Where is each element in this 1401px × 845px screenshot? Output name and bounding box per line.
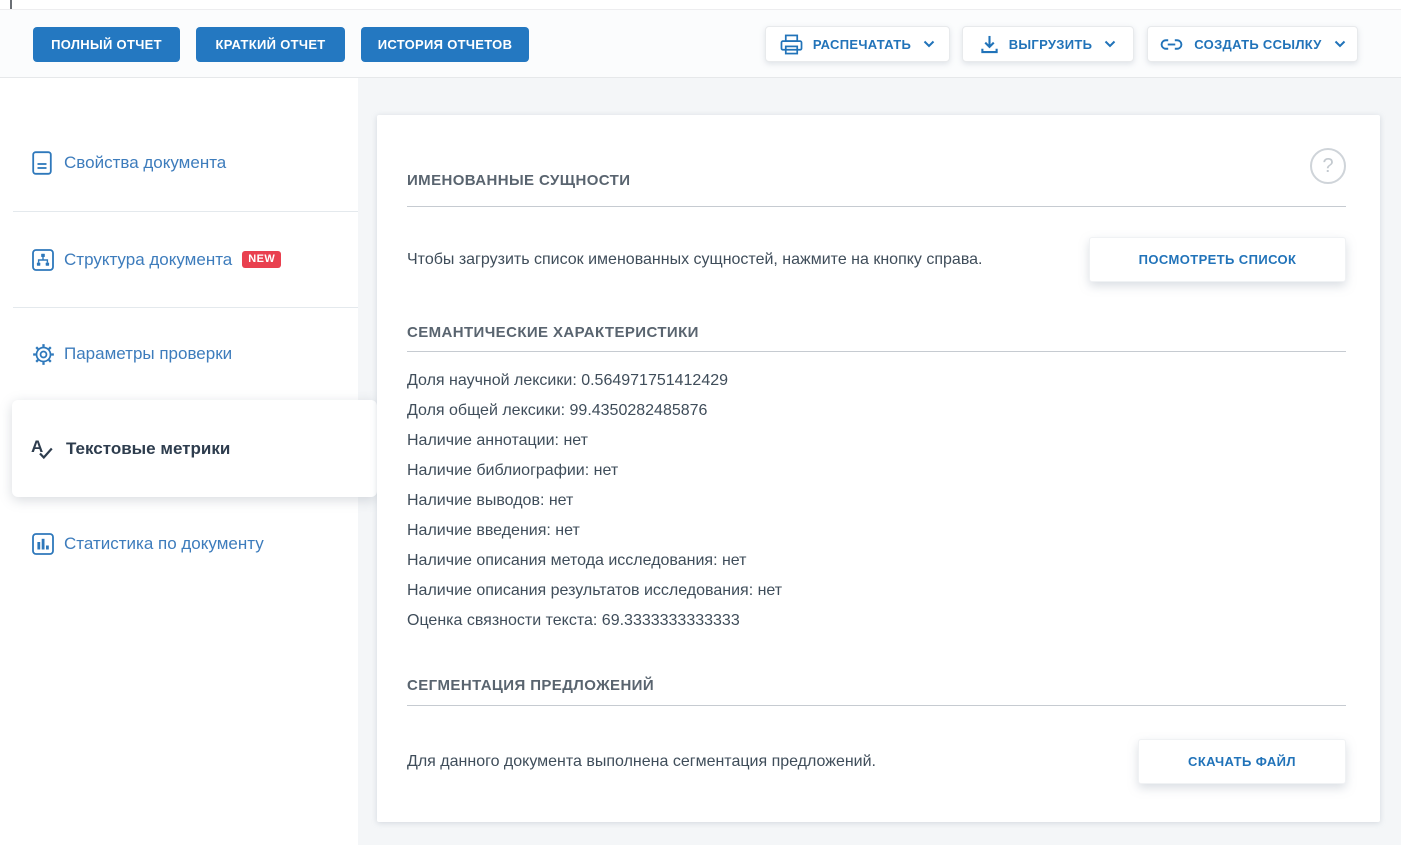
gear-icon	[32, 343, 56, 366]
new-badge: NEW	[242, 251, 281, 268]
metric-value: нет	[758, 582, 783, 599]
sidebar-item-label: Параметры проверки	[64, 344, 232, 364]
metric-label: Доля научной лексики	[407, 372, 572, 389]
named-entities-title: ИМЕНОВАННЫЕ СУЩНОСТИ	[407, 172, 630, 189]
metric-row: Наличие описания результатов исследовани…	[407, 576, 782, 606]
section-divider	[407, 206, 1346, 207]
metric-label: Наличие описания метода исследования	[407, 552, 713, 569]
metric-value: 69.3333333333333	[602, 612, 740, 629]
chevron-down-icon	[1104, 40, 1116, 48]
metric-separator: :	[546, 522, 555, 539]
export-button-label: ВЫГРУЗИТЬ	[1009, 37, 1093, 52]
printer-icon	[780, 34, 803, 55]
named-entities-row: Чтобы загрузить список именованных сущно…	[407, 237, 1346, 282]
metric-label: Наличие описания результатов исследовани…	[407, 582, 749, 599]
text-check-icon: A	[30, 436, 58, 462]
chevron-down-icon	[923, 40, 935, 48]
semantic-characteristics-title: СЕМАНТИЧЕСКИЕ ХАРАКТЕРИСТИКИ	[407, 324, 699, 341]
sidebar-item-label: Статистика по документу	[64, 534, 264, 554]
metric-value: нет	[555, 522, 580, 539]
document-icon	[32, 151, 56, 175]
metric-value: 99.4350282485876	[570, 402, 708, 419]
report-history-button[interactable]: ИСТОРИЯ ОТЧЕТОВ	[361, 27, 529, 62]
metric-separator: :	[593, 612, 602, 629]
create-link-button-label: СОЗДАТЬ ССЫЛКУ	[1194, 37, 1321, 52]
sidebar-item-check-parameters[interactable]: Параметры проверки	[0, 308, 358, 400]
semantic-metrics-list: Доля научной лексики: 0.564971751412429 …	[407, 366, 782, 636]
sidebar-item-label: Свойства документа	[64, 153, 226, 173]
sidebar: Свойства документа Структура документа N…	[0, 78, 358, 845]
chevron-down-icon	[1334, 40, 1346, 48]
sidebar-item-label: Структура документа	[64, 250, 232, 270]
screen-edge-artifact	[10, 0, 12, 9]
metric-value: нет	[594, 462, 619, 479]
metric-separator: :	[561, 402, 570, 419]
short-report-button[interactable]: КРАТКИЙ ОТЧЕТ	[196, 27, 345, 62]
print-button-label: РАСПЕЧАТАТЬ	[813, 37, 911, 52]
full-report-button[interactable]: ПОЛНЫЙ ОТЧЕТ	[33, 27, 180, 62]
help-button[interactable]: ?	[1310, 148, 1346, 184]
export-button[interactable]: ВЫГРУЗИТЬ	[962, 26, 1134, 62]
metric-row: Наличие введения: нет	[407, 516, 782, 546]
metric-separator: :	[540, 492, 549, 509]
section-divider	[407, 351, 1346, 352]
metric-label: Наличие библиографии	[407, 462, 585, 479]
metric-row: Наличие аннотации: нет	[407, 426, 782, 456]
link-icon	[1159, 36, 1184, 53]
metric-value: нет	[549, 492, 574, 509]
report-toolbar: ПОЛНЫЙ ОТЧЕТ КРАТКИЙ ОТЧЕТ ИСТОРИЯ ОТЧЕТ…	[0, 9, 1401, 78]
section-divider	[407, 705, 1346, 706]
metric-separator: :	[713, 552, 722, 569]
metric-row: Наличие выводов: нет	[407, 486, 782, 516]
metric-value: нет	[563, 432, 588, 449]
view-list-button[interactable]: ПОСМОТРЕТЬ СПИСОК	[1089, 237, 1346, 282]
segmentation-row: Для данного документа выполнена сегмента…	[407, 739, 1346, 784]
metric-label: Наличие выводов	[407, 492, 540, 509]
metric-separator: :	[749, 582, 758, 599]
metric-value: 0.564971751412429	[581, 372, 728, 389]
segmentation-description: Для данного документа выполнена сегмента…	[407, 753, 876, 771]
metric-value: нет	[722, 552, 747, 569]
metric-row: Наличие библиографии: нет	[407, 456, 782, 486]
question-mark-icon: ?	[1322, 155, 1333, 178]
sidebar-item-document-properties[interactable]: Свойства документа	[0, 115, 358, 211]
metric-row: Доля общей лексики: 99.4350282485876	[407, 396, 782, 426]
sidebar-item-label: Текстовые метрики	[66, 439, 230, 459]
metric-label: Наличие аннотации	[407, 432, 555, 449]
metric-label: Наличие введения	[407, 522, 546, 539]
named-entities-description: Чтобы загрузить список именованных сущно…	[407, 251, 983, 269]
segmentation-title: СЕГМЕНТАЦИЯ ПРЕДЛОЖЕНИЙ	[407, 677, 654, 694]
metric-separator: :	[572, 372, 581, 389]
print-button[interactable]: РАСПЕЧАТАТЬ	[765, 26, 950, 62]
structure-icon	[32, 249, 56, 271]
metric-row: Доля научной лексики: 0.564971751412429	[407, 366, 782, 396]
metric-label: Оценка связности текста	[407, 612, 593, 629]
text-metrics-panel: ? ИМЕНОВАННЫЕ СУЩНОСТИ Чтобы загрузить с…	[377, 115, 1380, 822]
download-icon	[980, 34, 999, 55]
sidebar-item-text-metrics[interactable]: A Текстовые метрики	[12, 400, 377, 497]
create-link-button[interactable]: СОЗДАТЬ ССЫЛКУ	[1147, 26, 1358, 62]
svg-text:A: A	[31, 437, 43, 456]
metric-row: Оценка связности текста: 69.333333333333…	[407, 606, 782, 636]
metric-row: Наличие описания метода исследования: не…	[407, 546, 782, 576]
sidebar-item-document-statistics[interactable]: Статистика по документу	[0, 497, 358, 590]
metric-separator: :	[585, 462, 594, 479]
download-file-button[interactable]: СКАЧАТЬ ФАЙЛ	[1138, 739, 1346, 784]
metric-label: Доля общей лексики	[407, 402, 561, 419]
sidebar-item-document-structure[interactable]: Структура документа NEW	[0, 212, 358, 307]
bar-chart-icon	[32, 533, 56, 555]
